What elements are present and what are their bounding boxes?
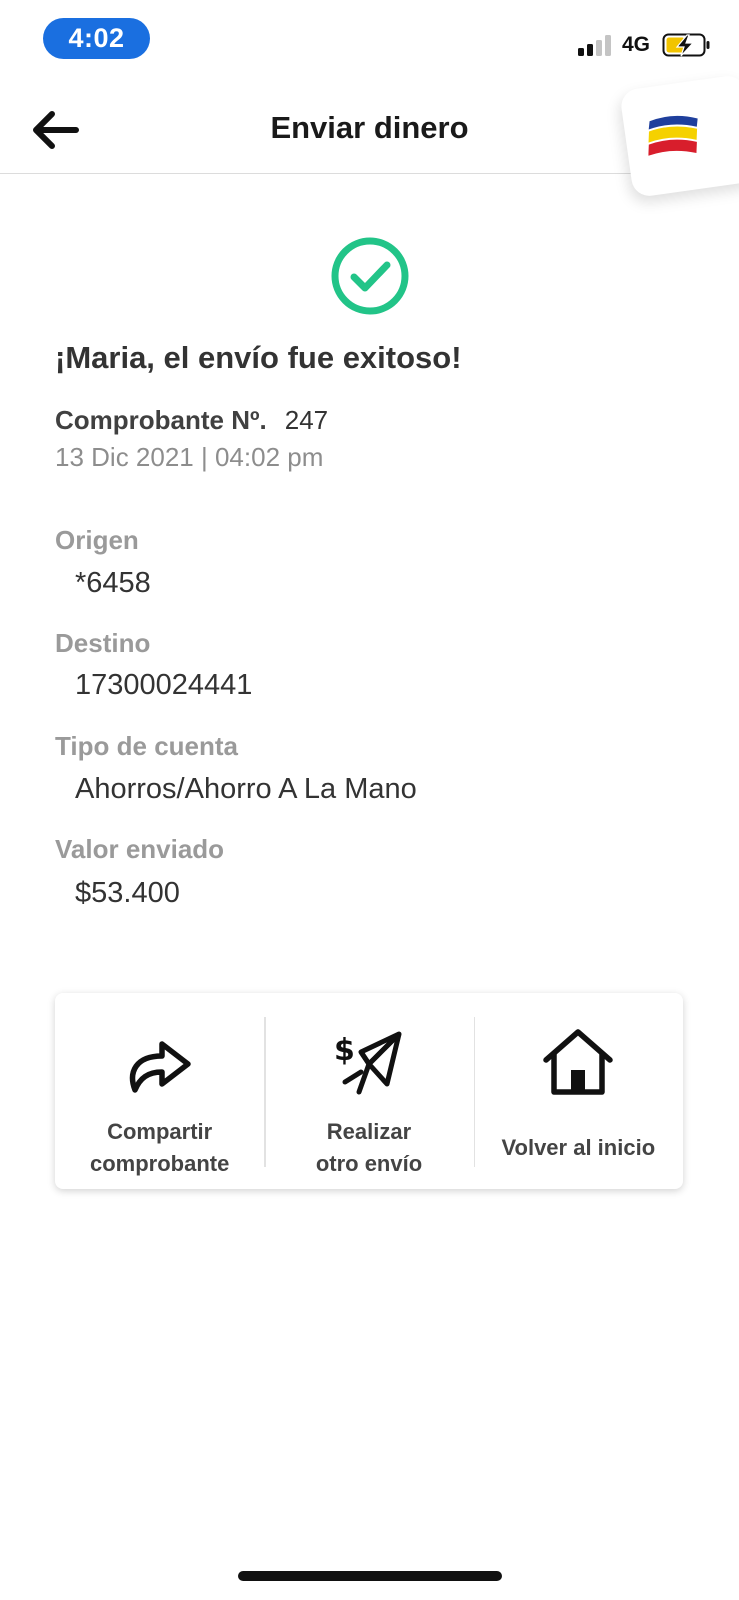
voucher-line: Comprobante Nº. 247: [55, 405, 328, 436]
success-message: ¡Maria, el envío fue exitoso!: [55, 340, 462, 375]
check-circle-icon: [331, 237, 409, 315]
transaction-datetime: 13 Dic 2021 | 04:02 pm: [55, 442, 324, 472]
amount-value: $53.400: [75, 877, 180, 909]
origin-label: Origen: [55, 525, 139, 555]
amount-label: Valor enviado: [55, 834, 225, 864]
bank-logo: [619, 73, 739, 199]
svg-text:$: $: [334, 1033, 355, 1068]
go-home-label: Volver al inicio: [501, 1135, 656, 1160]
origin-value: *6458: [75, 567, 151, 599]
share-label-line1: Compartir: [107, 1119, 213, 1144]
account-type-label: Tipo de cuenta: [55, 731, 238, 761]
go-home-button[interactable]: Volver al inicio: [473, 993, 683, 1189]
share-arrow-icon: [129, 1041, 191, 1093]
home-icon: [543, 1029, 614, 1095]
voucher-label: Comprobante Nº.: [55, 405, 267, 435]
account-type-value: Ahorros/Ahorro A La Mano: [75, 773, 417, 805]
status-time: 4:02: [43, 18, 150, 59]
new-transfer-line2: otro envío: [315, 1151, 423, 1176]
bank-logo-icon: [648, 115, 698, 156]
signal-icon: [578, 34, 614, 56]
new-transfer-label: Realizar otro envío: [264, 1116, 473, 1180]
share-voucher-label: Compartir comprobante: [55, 1116, 264, 1180]
share-voucher-button[interactable]: Compartir comprobante: [55, 993, 264, 1189]
paper-plane-dollar-icon: $: [334, 1031, 402, 1095]
home-indicator[interactable]: [238, 1571, 502, 1581]
destination-label: Destino: [55, 628, 151, 658]
network-type: 4G: [622, 33, 651, 56]
voucher-number: 247: [284, 405, 329, 435]
share-label-line2: comprobante: [89, 1151, 230, 1176]
new-transfer-line1: Realizar: [326, 1119, 412, 1144]
actions-card: Compartir comprobante $ Realizar otro en…: [55, 993, 683, 1189]
new-transfer-button[interactable]: $ Realizar otro envío: [264, 993, 473, 1189]
battery-charging-icon: [662, 33, 710, 57]
destination-value: 17300024441: [75, 669, 253, 701]
page: 4:02 4G Enviar dinero ¡Maria, el envío f…: [0, 0, 739, 1600]
